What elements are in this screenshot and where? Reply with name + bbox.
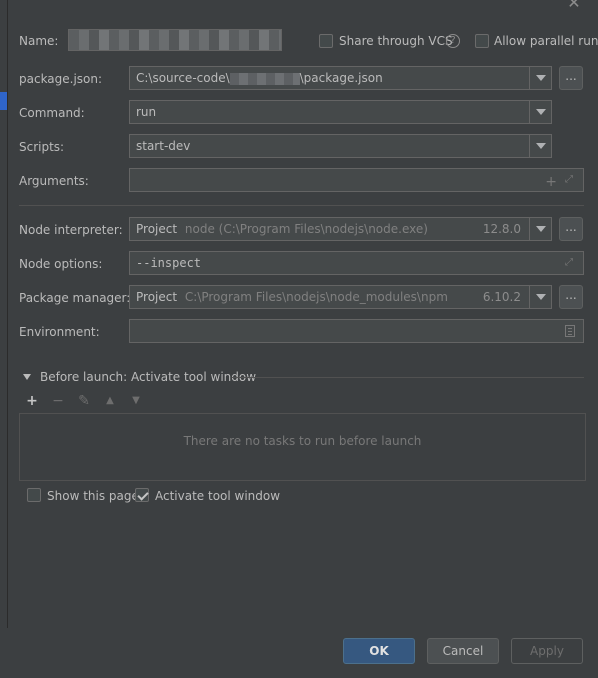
scripts-label: Scripts:: [19, 140, 65, 154]
allow-parallel-checkbox[interactable]: [475, 34, 489, 48]
name-label: Name:: [19, 34, 59, 48]
cancel-button[interactable]: Cancel: [427, 638, 499, 664]
redacted-segment: [229, 72, 300, 85]
chevron-down-icon[interactable]: [529, 218, 551, 240]
show-this-page-checkbox[interactable]: [27, 488, 41, 502]
package-json-browse-button[interactable]: ...: [559, 66, 583, 90]
command-label: Command:: [19, 106, 85, 120]
minus-icon: −: [52, 393, 64, 409]
package-manager-browse-button[interactable]: ...: [559, 285, 583, 309]
node-options-input[interactable]: --inspect ⤢: [129, 251, 584, 275]
document-icon[interactable]: [565, 325, 575, 337]
plus-icon[interactable]: +: [25, 394, 39, 408]
command-value: run: [136, 105, 157, 119]
close-icon[interactable]: ✕: [565, 0, 583, 12]
empty-tasks-text: There are no tasks to run before launch: [183, 434, 422, 448]
help-icon[interactable]: ?: [446, 34, 460, 48]
package-json-label: package.json:: [19, 72, 103, 86]
expand-icon[interactable]: ⤢: [565, 174, 577, 186]
package-manager-path: C:\Program Files\nodejs\node_modules\npm: [184, 290, 448, 304]
plus-icon[interactable]: +: [545, 171, 557, 191]
scripts-value: start-dev: [136, 139, 191, 153]
chevron-down-icon[interactable]: [529, 286, 551, 308]
command-combo[interactable]: run: [129, 100, 552, 124]
arguments-input[interactable]: + ⤢: [129, 168, 584, 192]
arguments-label: Arguments:: [19, 174, 89, 188]
before-launch-task-list[interactable]: There are no tasks to run before launch: [19, 413, 586, 481]
before-launch-title: Before launch: Activate tool window: [40, 370, 257, 384]
selected-item-marker: [0, 92, 7, 110]
left-panel-edge: [0, 0, 8, 628]
node-options-value: --inspect: [136, 256, 202, 270]
show-this-page-label: Show this page: [47, 489, 139, 503]
package-manager-combo[interactable]: Project C:\Program Files\nodejs\node_mod…: [129, 285, 552, 309]
node-interpreter-browse-button[interactable]: ...: [559, 217, 583, 241]
separator: [19, 205, 584, 206]
arrow-down-icon: ▼: [132, 395, 140, 406]
allow-parallel-label: Allow parallel run: [494, 34, 598, 48]
environment-input[interactable]: [129, 319, 584, 343]
chevron-down-icon[interactable]: [529, 101, 551, 123]
environment-label: Environment:: [19, 325, 100, 339]
chevron-down-icon[interactable]: [529, 67, 551, 89]
node-interpreter-version: 12.8.0: [482, 222, 521, 236]
scripts-combo[interactable]: start-dev: [129, 134, 552, 158]
node-interpreter-label: Node interpreter:: [19, 223, 123, 237]
node-interpreter-path: node (C:\Program Files\nodejs\node.exe): [184, 222, 428, 236]
separator: [232, 377, 584, 378]
ok-button[interactable]: OK: [343, 638, 415, 664]
package-json-path-end: \package.json: [299, 71, 383, 85]
activate-tool-window-label: Activate tool window: [155, 489, 281, 503]
expand-icon[interactable]: ⤢: [565, 257, 577, 269]
package-json-combo[interactable]: C:\source-code\ \package.json: [129, 66, 552, 90]
apply-button[interactable]: Apply: [511, 638, 583, 664]
package-manager-kind: Project: [136, 290, 178, 304]
share-vcs-label: Share through VCS: [339, 34, 453, 48]
package-manager-label: Package manager:: [19, 291, 131, 305]
arrow-up-icon: ▲: [106, 395, 114, 406]
collapse-triangle-icon[interactable]: [23, 374, 31, 380]
package-manager-version: 6.10.2: [482, 290, 521, 304]
node-options-label: Node options:: [19, 257, 103, 271]
node-interpreter-kind: Project: [136, 222, 178, 236]
package-json-path-start: C:\source-code\: [136, 71, 230, 85]
node-interpreter-combo[interactable]: Project node (C:\Program Files\nodejs\no…: [129, 217, 552, 241]
share-vcs-checkbox[interactable]: [319, 34, 333, 48]
pencil-icon: ✎: [78, 393, 90, 409]
chevron-down-icon[interactable]: [529, 135, 551, 157]
name-field[interactable]: [68, 29, 282, 51]
activate-tool-window-checkbox[interactable]: [135, 488, 149, 502]
